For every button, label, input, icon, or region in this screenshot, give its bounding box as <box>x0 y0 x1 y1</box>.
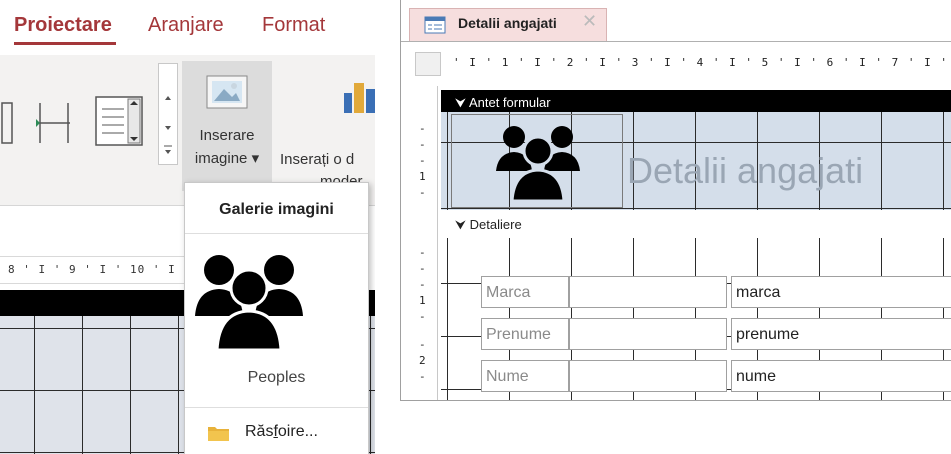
form-designer: Detalii angajati ✕ ' I ' 1 ' I ' 2 ' I '… <box>400 0 951 401</box>
tab-proiectare[interactable]: Proiectare <box>14 14 112 37</box>
ruler-mark: - <box>419 370 426 383</box>
gallery-header: Galerie imagini <box>219 201 334 218</box>
ruler-text: 8 ' I ' 9 ' I ' 10 ' I <box>8 263 176 276</box>
ruler-mark: - <box>419 246 426 259</box>
form-tab-label: Detalii angajati <box>458 15 557 31</box>
field-spacer <box>569 360 727 392</box>
ruler-mark: - <box>419 122 426 135</box>
textbox-marca[interactable]: marca <box>731 276 951 308</box>
label-nume[interactable]: Nume <box>481 360 569 392</box>
form-icon <box>424 16 446 34</box>
divider <box>185 407 368 408</box>
tab-strip-line <box>401 41 951 42</box>
ruler-mark: - <box>419 278 426 291</box>
field-spacer <box>569 276 727 308</box>
form-selector[interactable] <box>415 52 441 76</box>
insert-image-button[interactable]: Inserare imagine ▾ <box>182 61 272 191</box>
section-label-header: ⮟ Antet formular <box>455 95 551 110</box>
line-control-icon[interactable] <box>34 95 74 151</box>
people-icon <box>195 255 303 352</box>
field-spacer <box>569 318 727 350</box>
control-icon[interactable] <box>0 93 26 153</box>
ruler-mark: 1 <box>419 170 426 183</box>
label-prenume[interactable]: Prenume <box>481 318 569 350</box>
header-logo[interactable] <box>451 114 623 208</box>
ruler-mark: - <box>419 186 426 199</box>
insert-modern-chart-label-1[interactable]: Inserați o d <box>280 151 354 168</box>
insert-image-label-2: imagine ▾ <box>194 150 260 167</box>
textbox-nume[interactable]: nume <box>731 360 951 392</box>
active-tab-indicator <box>14 42 116 45</box>
tab-detalii-angajati[interactable]: Detalii angajati ✕ <box>409 8 607 41</box>
section-label-detail: ⮟ Detaliere <box>455 217 522 232</box>
image-icon <box>206 75 248 109</box>
label-marca[interactable]: Marca <box>481 276 569 308</box>
gallery-scroll[interactable] <box>158 63 178 165</box>
ruler-text: ' I ' 1 ' I ' 2 ' I ' 3 ' I ' 4 ' I ' 5 … <box>453 56 951 69</box>
ruler-mark: - <box>419 338 426 351</box>
ruler-mark: - <box>419 262 426 275</box>
ruler-mark: 2 <box>419 354 426 367</box>
ruler-mark: - <box>419 310 426 323</box>
horizontal-ruler: ' I ' 1 ' I ' 2 ' I ' 3 ' I ' 4 ' I ' 5 … <box>441 52 951 74</box>
textbox-prenume[interactable]: prenume <box>731 318 951 350</box>
vertical-ruler: - - - 1 - - - - 1 - - 2 - <box>415 86 438 400</box>
insert-image-label-1: Inserare <box>199 127 255 144</box>
header-title[interactable]: Detalii angajati <box>627 150 863 192</box>
grid-edge <box>0 332 35 454</box>
tab-format[interactable]: Format <box>262 14 325 37</box>
browse-menu-item[interactable]: Răsfoire... <box>185 413 368 451</box>
ribbon-tabs: Proiectare Aranjare Format <box>0 0 375 52</box>
section-bar-detail[interactable]: ⮟ Detaliere <box>441 212 951 239</box>
ruler-mark: - <box>419 154 426 167</box>
folder-icon <box>208 427 229 441</box>
divider <box>185 233 368 234</box>
people-icon <box>496 126 580 203</box>
close-icon[interactable]: ✕ <box>582 11 597 32</box>
listbox-control-icon[interactable] <box>94 95 146 149</box>
image-gallery-dropdown: Galerie imagini Peoples Răsfoire... <box>184 182 369 454</box>
browse-label: Răsfoire... <box>245 423 318 440</box>
ruler-mark: 1 <box>419 294 426 307</box>
ribbon-panel: Proiectare Aranjare Format Inserare imag… <box>0 0 375 454</box>
gallery-item-caption: Peoples <box>247 369 306 386</box>
modern-chart-icon <box>344 83 375 113</box>
tab-aranjare[interactable]: Aranjare <box>148 14 224 37</box>
ruler-mark: - <box>419 138 426 151</box>
horizontal-ruler: 8 ' I ' 9 ' I ' 10 ' I <box>0 256 190 284</box>
